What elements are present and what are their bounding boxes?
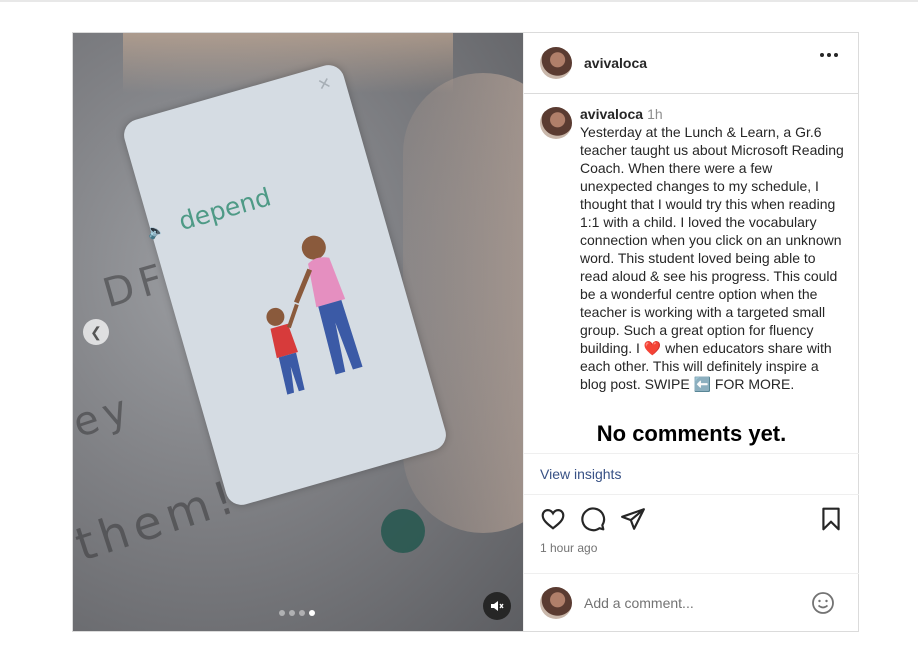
more-dot bbox=[827, 53, 831, 57]
caption-text: Yesterday at the Lunch & Learn, a Gr.6 t… bbox=[580, 124, 848, 392]
top-divider bbox=[0, 0, 918, 2]
emoji-eye bbox=[818, 599, 821, 603]
comment-button[interactable] bbox=[580, 506, 606, 532]
mute-toggle-button[interactable] bbox=[483, 592, 511, 620]
slide-dot bbox=[299, 610, 305, 616]
slide-dot-active bbox=[309, 610, 315, 616]
post-sidebar: avivaloca avivaloca 1h Yesterday at the L… bbox=[523, 33, 859, 631]
vocabulary-card: ✕ 🔈 depend bbox=[120, 61, 450, 509]
emoji-eye bbox=[825, 599, 828, 603]
like-button[interactable] bbox=[540, 506, 566, 532]
caption: avivaloca 1h Yesterday at the Lunch & Lea… bbox=[540, 105, 844, 393]
caption-body: avivaloca 1h Yesterday at the Lunch & Lea… bbox=[580, 105, 844, 393]
muted-speaker-icon bbox=[491, 601, 504, 611]
post-dialog: DF ey them! ✕ 🔈 depend ❮ avivaloca aviva… bbox=[72, 32, 859, 632]
emoji-button[interactable] bbox=[811, 591, 835, 615]
save-button[interactable] bbox=[818, 506, 844, 532]
card-speaker-icon: 🔈 bbox=[145, 220, 167, 241]
chevron-left-icon: ❮ bbox=[90, 323, 102, 340]
background-word: ey bbox=[73, 384, 139, 448]
comments-section[interactable]: avivaloca 1h Yesterday at the Lunch & Lea… bbox=[524, 95, 859, 453]
author-avatar[interactable] bbox=[540, 47, 572, 79]
emoji-mouth bbox=[817, 604, 829, 609]
hand-shadow bbox=[403, 73, 523, 533]
card-illustration bbox=[266, 235, 363, 395]
caption-time: 1h bbox=[647, 106, 663, 122]
send-icon bbox=[621, 508, 645, 530]
post-media[interactable]: DF ey them! ✕ 🔈 depend ❮ bbox=[73, 33, 523, 631]
action-bar bbox=[524, 506, 859, 538]
bookmark-icon bbox=[822, 507, 840, 531]
comment-input[interactable] bbox=[584, 594, 784, 611]
post-header: avivaloca bbox=[524, 33, 858, 94]
previous-slide-button[interactable]: ❮ bbox=[83, 319, 109, 345]
card-word: depend bbox=[175, 182, 275, 237]
post-timestamp: 1 hour ago bbox=[540, 541, 598, 555]
caption-avatar[interactable] bbox=[540, 107, 572, 139]
author-username[interactable]: avivaloca bbox=[584, 55, 647, 71]
heart-icon bbox=[541, 509, 565, 530]
comment-icon bbox=[581, 507, 606, 532]
more-options-button[interactable] bbox=[820, 53, 838, 57]
add-comment-bar bbox=[524, 573, 859, 631]
record-button bbox=[381, 509, 425, 553]
more-options-icon bbox=[820, 53, 824, 57]
background-word: them! bbox=[73, 468, 246, 572]
no-comments-message: No comments yet. bbox=[596, 421, 787, 446]
slide-dot bbox=[289, 610, 295, 616]
current-user-avatar bbox=[540, 586, 572, 619]
share-button[interactable] bbox=[620, 506, 646, 532]
slide-indicator bbox=[279, 610, 315, 616]
more-dot bbox=[834, 53, 838, 57]
card-close-icon: ✕ bbox=[315, 74, 334, 95]
caption-username[interactable]: avivaloca bbox=[580, 106, 643, 122]
emoji-icon bbox=[812, 592, 834, 614]
slide-dot bbox=[279, 610, 285, 616]
view-insights-link[interactable]: View insights bbox=[524, 453, 859, 495]
